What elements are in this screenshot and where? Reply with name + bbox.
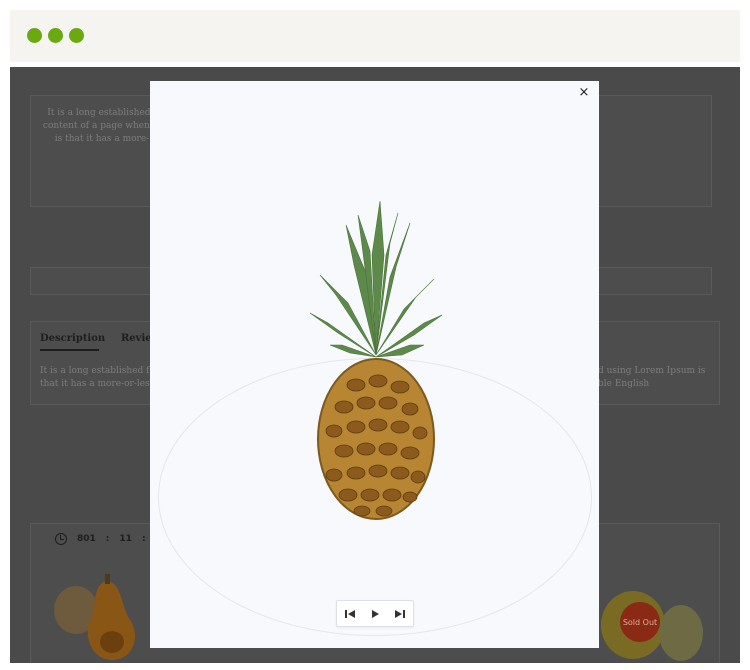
play-icon[interactable] (367, 606, 383, 622)
skip-previous-icon[interactable] (342, 606, 358, 622)
description-line: ble English (598, 379, 650, 389)
window-dot-icon (27, 28, 42, 43)
image-lightbox: × (150, 81, 599, 648)
countdown-separator: : (141, 534, 146, 544)
about-text-line: content of a page when lo (42, 121, 162, 131)
countdown-days: 801 (77, 534, 96, 544)
browser-chrome (10, 10, 740, 62)
window-dot-icon (69, 28, 84, 43)
pineapple-image[interactable] (306, 195, 446, 525)
squash-product-image[interactable] (50, 572, 150, 663)
clock-icon (55, 533, 67, 545)
active-tab-indicator (40, 349, 99, 351)
countdown-hours: 11 (119, 534, 132, 544)
skip-next-icon[interactable] (392, 606, 408, 622)
about-text-line: is that it has a more- (54, 134, 150, 144)
description-text-right: d using Lorem Ipsum is ble English (598, 365, 705, 391)
about-text-line: It is a long established f (47, 108, 157, 118)
description-line: d using Lorem Ipsum is (598, 366, 706, 376)
window-dot-icon (48, 28, 63, 43)
tab-reviews[interactable]: Revie (121, 333, 152, 344)
countdown-separator: : (105, 534, 110, 544)
description-line: It is a long established fac (40, 366, 160, 376)
slideshow-controls (336, 600, 414, 627)
description-text-left: It is a long established fac that it has… (40, 365, 160, 391)
close-button[interactable]: × (577, 86, 591, 100)
tab-description[interactable]: Description (40, 333, 105, 344)
sold-out-badge: Sold Out (620, 602, 660, 642)
about-text: It is a long established f content of a … (37, 107, 167, 146)
description-line: that it has a more-or-less (40, 379, 155, 389)
